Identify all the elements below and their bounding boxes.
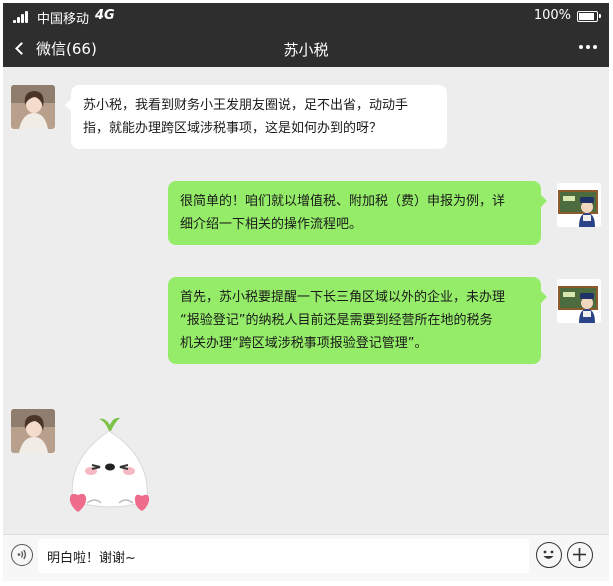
status-bar: 中国移动 4G 100% bbox=[3, 3, 609, 29]
more-dot-icon bbox=[579, 45, 583, 49]
battery-percent: 100% bbox=[533, 8, 571, 23]
assistant-avatar[interactable] bbox=[557, 279, 601, 323]
message-bubble-incoming[interactable]: 苏小税，我看到财务小王发朋友圈说，足不出省，动动手 指，就能办理跨区域涉税事项，… bbox=[65, 85, 447, 149]
input-bar: 明白啦！谢谢~ bbox=[3, 534, 609, 581]
more-dot-icon bbox=[586, 45, 590, 49]
chat-screen: 中国移动 4G 100% 微信(66) 苏小税 苏小税，我看到财务小王发朋友圈说… bbox=[3, 3, 609, 581]
message-text-line: 细介绍一下相关的操作流程吧。 bbox=[180, 217, 363, 232]
assistant-avatar[interactable] bbox=[557, 183, 601, 227]
more-functions-button[interactable] bbox=[567, 542, 593, 568]
voice-icon bbox=[17, 549, 27, 560]
more-dot-icon bbox=[593, 45, 597, 49]
sticker-image[interactable] bbox=[65, 413, 155, 517]
message-bubble-outgoing[interactable]: 首先，苏小税要提醒一下长三角区域以外的企业，未办理 “报验登记”的纳税人目前还是… bbox=[168, 277, 547, 364]
message-text-line: 指，就能办理跨区域涉税事项，这是如何办到的呀？ bbox=[83, 121, 383, 136]
signal-icon bbox=[13, 11, 31, 23]
message-text-line: 苏小税，我看到财务小王发朋友圈说，足不出省，动动手 bbox=[83, 98, 409, 113]
message-input[interactable]: 明白啦！谢谢~ bbox=[38, 539, 529, 573]
network-type: 4G bbox=[95, 8, 115, 23]
nav-bar: 微信(66) 苏小税 bbox=[3, 29, 609, 67]
emoji-button[interactable] bbox=[536, 542, 562, 568]
message-text-line: 机关办理“跨区域涉税事项报验登记管理”。 bbox=[180, 336, 428, 351]
user-avatar[interactable] bbox=[11, 85, 55, 129]
message-text-line: 很简单的！咱们就以增值税、附加税（费）申报为例，详 bbox=[180, 194, 506, 209]
carrier-name: 中国移动 bbox=[37, 12, 90, 27]
more-options-button[interactable] bbox=[579, 45, 597, 51]
smiley-icon bbox=[543, 550, 554, 559]
plus-icon bbox=[573, 548, 586, 561]
voice-input-button[interactable] bbox=[11, 544, 33, 566]
battery-icon bbox=[577, 11, 601, 22]
message-text-line: 首先，苏小税要提醒一下长三角区域以外的企业，未办理 bbox=[180, 290, 506, 305]
chat-title: 苏小税 bbox=[283, 41, 329, 59]
message-bubble-outgoing[interactable]: 很简单的！咱们就以增值税、附加税（费）申报为例，详 细介绍一下相关的操作流程吧。 bbox=[168, 181, 547, 245]
battery-level bbox=[579, 13, 594, 20]
user-avatar[interactable] bbox=[11, 409, 55, 453]
message-text-line: “报验登记”的纳税人目前还是需要到经营所在地的税务 bbox=[180, 313, 493, 328]
